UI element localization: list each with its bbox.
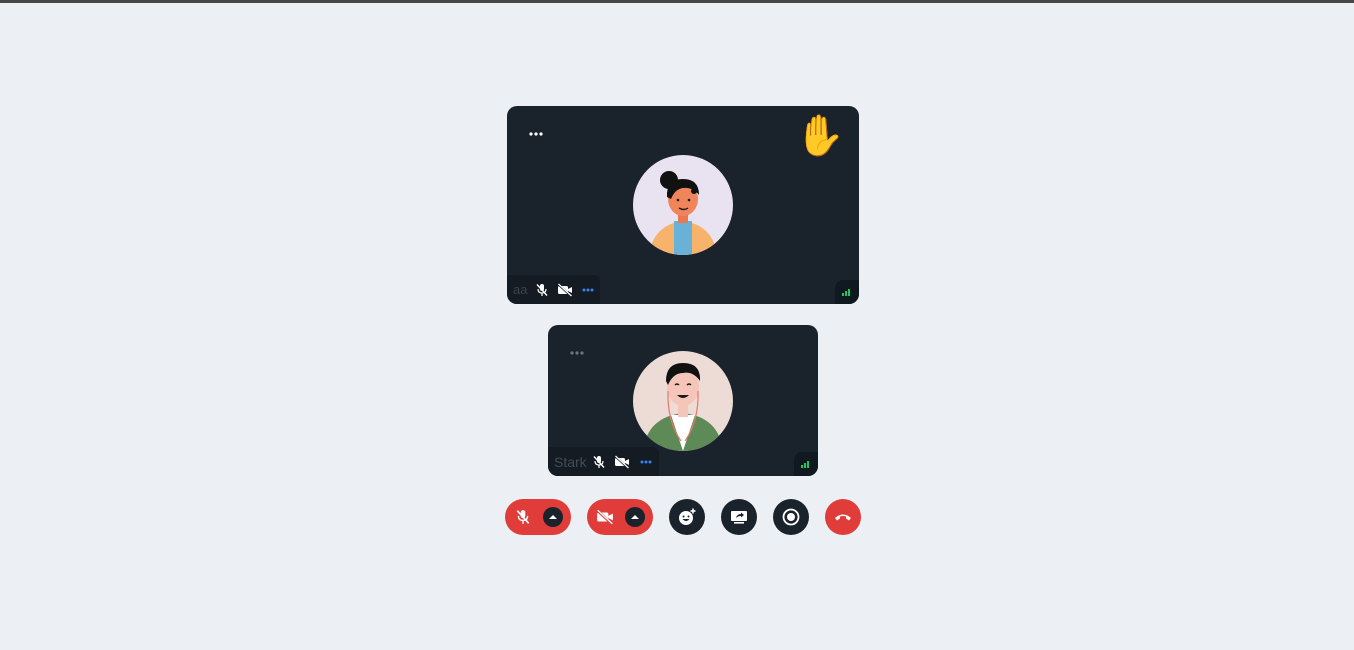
video-off-icon bbox=[557, 282, 573, 298]
mic-off-icon bbox=[592, 454, 607, 470]
signal-strength-icon bbox=[794, 452, 818, 476]
camera-toggle-button[interactable] bbox=[587, 499, 653, 535]
screen-share-button[interactable] bbox=[721, 499, 757, 535]
phone-hangup-icon bbox=[833, 507, 853, 527]
leave-call-button[interactable] bbox=[825, 499, 861, 535]
chevron-up-icon[interactable] bbox=[543, 507, 563, 527]
more-options-icon[interactable] bbox=[581, 282, 594, 298]
video-off-icon bbox=[614, 454, 630, 470]
record-icon bbox=[781, 507, 801, 527]
avatar bbox=[633, 351, 733, 451]
record-button[interactable] bbox=[773, 499, 809, 535]
mic-off-icon bbox=[513, 507, 533, 527]
video-off-icon bbox=[595, 507, 615, 527]
signal-strength-icon bbox=[835, 280, 859, 304]
emoji-add-icon bbox=[677, 507, 697, 527]
participant-name-bar: aa bbox=[507, 275, 600, 304]
participant-tile-aa[interactable]: ✋ aa bbox=[507, 106, 859, 304]
participant-name: aa bbox=[513, 282, 528, 297]
mic-toggle-button[interactable] bbox=[505, 499, 571, 535]
tile-more-icon[interactable] bbox=[566, 345, 588, 361]
reactions-button[interactable] bbox=[669, 499, 705, 535]
more-options-icon[interactable] bbox=[638, 454, 653, 470]
participant-tile-stark[interactable]: Stark bbox=[548, 325, 818, 476]
tile-more-icon[interactable] bbox=[525, 126, 547, 142]
avatar bbox=[633, 155, 733, 255]
raised-hand-icon: ✋ bbox=[795, 113, 845, 159]
participant-name: Stark bbox=[554, 453, 587, 470]
window-top-border bbox=[0, 0, 1354, 3]
chevron-up-icon[interactable] bbox=[625, 507, 645, 527]
participant-name-bar: Stark bbox=[548, 447, 659, 476]
screen-share-icon bbox=[729, 507, 749, 527]
mic-off-icon bbox=[535, 282, 549, 298]
